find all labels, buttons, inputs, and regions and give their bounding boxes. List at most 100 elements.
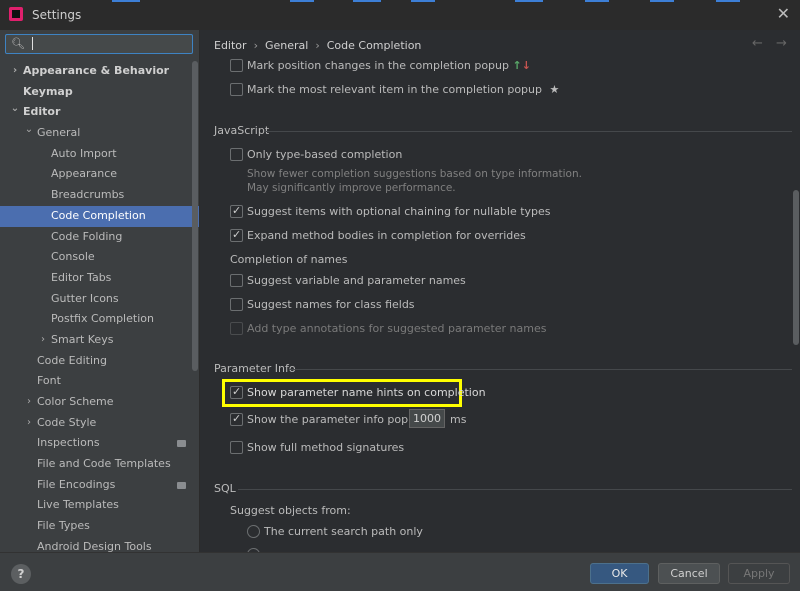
mark-relevant-checkbox[interactable] (230, 83, 243, 96)
sidebar-item-label: Breadcrumbs (51, 188, 125, 202)
parameter-info-section-title: Parameter Info (214, 362, 296, 375)
panel-scrollbar[interactable] (793, 190, 799, 345)
sidebar-item-label: Inspections (37, 436, 100, 450)
chevron-down-icon[interactable]: ⌄ (24, 120, 34, 141)
chevron-right-icon[interactable]: › (38, 330, 48, 351)
settings-scope-icon (177, 481, 186, 489)
sidebar-item-label: Code Editing (37, 353, 107, 367)
full-signatures-label: Show full method signatures (247, 441, 405, 454)
sidebar-item-label: Keymap (23, 84, 73, 98)
sidebar-item-label: General (37, 126, 81, 140)
close-icon[interactable]: ✕ (777, 4, 790, 23)
sidebar-item-color-scheme[interactable]: › Color Scheme (0, 392, 199, 413)
sidebar-item-file-types[interactable]: File Types (0, 516, 199, 537)
sidebar-item-label: Live Templates (37, 498, 119, 512)
sidebar-item-general[interactable]: ⌄ General (0, 123, 199, 144)
chevron-right-icon[interactable]: › (24, 413, 34, 434)
suggest-from-label: Suggest objects from: (230, 504, 351, 517)
section-divider (238, 489, 792, 490)
sidebar-item-smart-keys[interactable]: › Smart Keys (0, 330, 199, 351)
ok-button[interactable]: OK (590, 563, 649, 584)
settings-tree: › Appearance & Behavior Keymap ⌄ Editor ⌄ Gene… (0, 61, 199, 552)
current-search-path-radio[interactable] (247, 525, 260, 538)
breadcrumb: Editor › General › Code Completion (214, 39, 422, 52)
show-popup-label: Show the parameter info popup in (247, 413, 436, 426)
sidebar-item-android-design-tools[interactable]: Android Design Tools (0, 537, 199, 552)
mark-position-text: Mark position changes in the completion … (247, 59, 509, 72)
sidebar-item-code-folding[interactable]: Code Folding (0, 227, 199, 248)
sidebar-item-editor-tabs[interactable]: Editor Tabs (0, 268, 199, 289)
star-icon: ★ (549, 83, 560, 96)
sidebar-item-label: Smart Keys (51, 332, 114, 346)
sidebar-item-label: Appearance (51, 167, 118, 181)
show-hints-label: Show parameter name hints on completion (247, 386, 486, 399)
only-type-based-label: Only type-based completion (247, 148, 403, 161)
back-arrow-icon[interactable]: ← (752, 36, 763, 51)
sidebar-item-label: Console (51, 250, 95, 264)
sidebar-item-code-completion[interactable]: Code Completion (0, 205, 199, 227)
sidebar-item-label: Appearance & Behavior (23, 64, 170, 77)
suggest-class-fields-label: Suggest names for class fields (247, 298, 415, 311)
only-type-based-checkbox[interactable] (230, 148, 243, 161)
show-popup-checkbox[interactable] (230, 412, 243, 426)
sidebar-item-code-style[interactable]: › Code Style (0, 413, 199, 434)
sidebar-item-auto-import[interactable]: Auto Import (0, 144, 199, 165)
title-bar: Settings ✕ (0, 0, 800, 30)
help-icon[interactable]: ? (11, 564, 31, 584)
sidebar-item-keymap[interactable]: Keymap (0, 82, 199, 103)
cancel-button[interactable]: Cancel (658, 563, 720, 584)
sidebar-item-label: Color Scheme (37, 395, 114, 408)
sidebar-item-code-editing[interactable]: Code Editing (0, 351, 199, 372)
add-type-annotations-checkbox[interactable] (230, 322, 243, 335)
sidebar-item-inspections[interactable]: Inspections (0, 433, 199, 454)
search-input[interactable]: 🔍︎ (5, 34, 193, 54)
text-caret (32, 37, 33, 50)
popup-delay-input[interactable]: 1000 (409, 409, 445, 428)
only-type-based-description: Show fewer completion suggestions based … (247, 168, 582, 194)
chevron-down-icon[interactable]: ⌄ (10, 99, 20, 120)
settings-panel: Editor › General › Code Completion ← → Mark … (200, 30, 800, 552)
app-logo-icon (9, 7, 23, 21)
window-title: Settings (32, 8, 82, 22)
mark-relevant-label: Mark the most relevant item in the compl… (247, 83, 559, 96)
sidebar-item-file-and-code-templates[interactable]: File and Code Templates (0, 454, 199, 475)
sidebar-item-file-encodings[interactable]: File Encodings (0, 475, 199, 496)
breadcrumb-general: General (264, 39, 309, 52)
settings-scope-icon (177, 440, 186, 448)
sidebar-item-font[interactable]: Font (0, 371, 199, 392)
mark-relevant-text: Mark the most relevant item in the compl… (247, 83, 542, 96)
sidebar-item-label: Font (37, 374, 61, 388)
optional-chaining-checkbox[interactable] (230, 204, 243, 218)
sidebar-item-label: File and Code Templates (37, 457, 171, 471)
sidebar-item-console[interactable]: Console (0, 247, 199, 268)
suggest-variable-checkbox[interactable] (230, 274, 243, 287)
suggest-class-fields-checkbox[interactable] (230, 298, 243, 311)
forward-arrow-icon[interactable]: → (776, 36, 787, 51)
show-hints-checkbox[interactable] (230, 385, 243, 399)
sidebar-item-appearance-behavior[interactable]: › Appearance & Behavior (0, 61, 199, 82)
completion-of-names-label: Completion of names (230, 253, 348, 266)
chevron-right-icon[interactable]: › (24, 392, 34, 413)
optional-chaining-label: Suggest items with optional chaining for… (247, 205, 551, 218)
sidebar-item-gutter-icons[interactable]: Gutter Icons (0, 289, 199, 310)
sidebar-scrollbar[interactable] (192, 61, 198, 371)
chevron-right-icon[interactable]: › (10, 61, 20, 82)
breadcrumb-editor: Editor (214, 39, 247, 52)
search-icon: 🔍︎ (11, 37, 25, 50)
javascript-section-title: JavaScript (214, 124, 270, 137)
taskbar-strip (0, 0, 800, 3)
sidebar-item-breadcrumbs[interactable]: Breadcrumbs (0, 185, 199, 206)
mark-position-checkbox[interactable] (230, 59, 243, 72)
sql-section-title: SQL (214, 482, 236, 495)
breadcrumb-code-completion: Code Completion (326, 39, 422, 52)
sidebar-item-postfix-completion[interactable]: Postfix Completion (0, 309, 199, 330)
expand-method-checkbox[interactable] (230, 228, 243, 242)
settings-sidebar: 🔍︎ › Appearance & Behavior Keymap ⌄ Editor ⌄ G… (0, 30, 199, 552)
apply-button[interactable]: Apply (728, 563, 790, 584)
sidebar-item-label: Code Style (37, 415, 97, 429)
sidebar-item-appearance[interactable]: Appearance (0, 164, 199, 185)
sidebar-item-label: Auto Import (51, 146, 117, 160)
full-signatures-checkbox[interactable] (230, 441, 243, 454)
sidebar-item-live-templates[interactable]: Live Templates (0, 495, 199, 516)
sidebar-item-label: File Encodings (37, 477, 116, 491)
